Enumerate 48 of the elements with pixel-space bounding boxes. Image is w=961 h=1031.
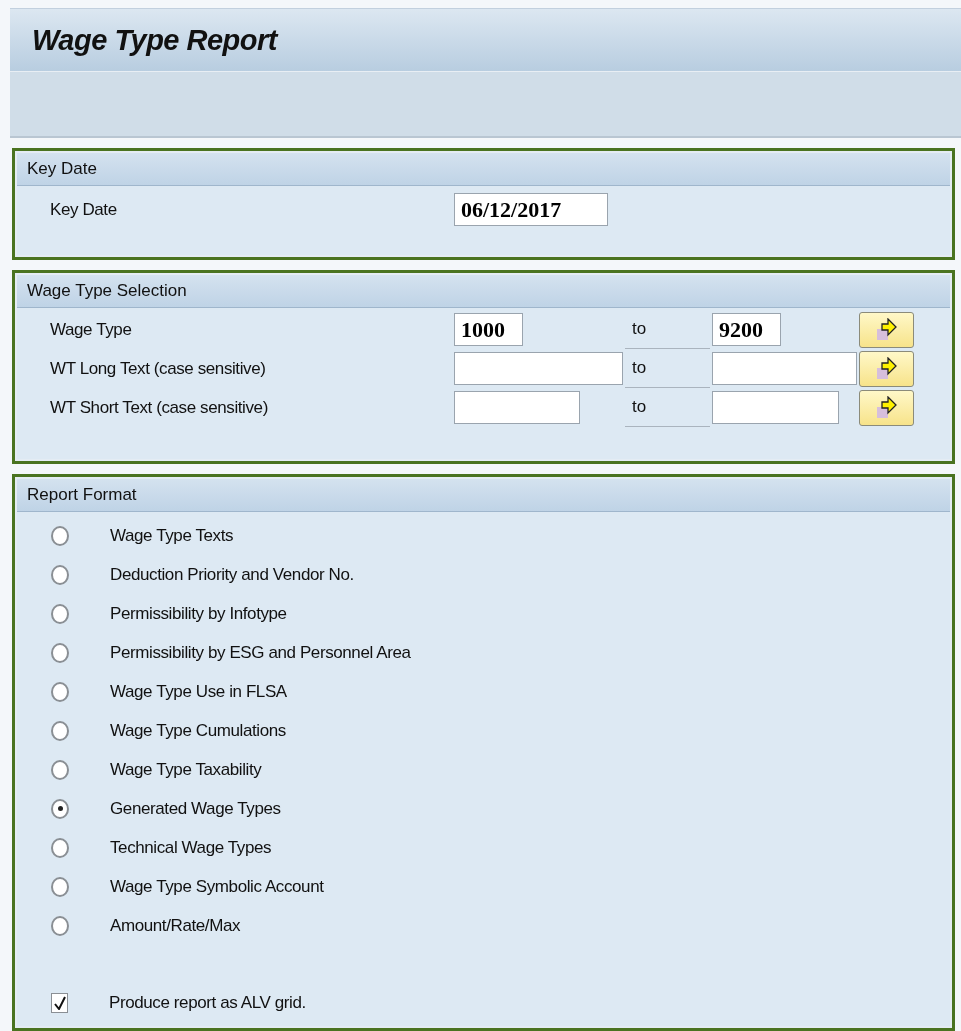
option-label: Wage Type Use in FLSA: [110, 681, 287, 702]
section-header: Report Format: [17, 479, 950, 512]
option-label: Produce report as ALV grid.: [109, 992, 306, 1013]
from-field[interactable]: 1000: [454, 313, 523, 346]
field-label: WT Short Text (case sensitive): [50, 397, 269, 418]
option-label: Amount/Rate/Max: [110, 915, 241, 936]
field-label: Wage Type: [50, 319, 133, 340]
radio-button[interactable]: [51, 564, 69, 585]
radio-button[interactable]: [51, 720, 69, 741]
checkbox[interactable]: [51, 992, 68, 1013]
radio-button[interactable]: [51, 603, 69, 624]
option-label: Wage Type Cumulations: [110, 720, 286, 741]
radio-button[interactable]: [51, 798, 69, 819]
to-label: to: [625, 349, 710, 388]
radio-button[interactable]: [51, 681, 69, 702]
option-label: Permissibility by Infotype: [110, 603, 287, 624]
multiple-selection-icon: [875, 356, 898, 381]
radio-button[interactable]: [51, 642, 69, 663]
option-label: Wage Type Symbolic Account: [110, 876, 324, 897]
radio-button[interactable]: [51, 915, 69, 936]
multiple-selection-icon: [875, 317, 898, 342]
to-label: to: [625, 310, 710, 349]
option-label: Permissibility by ESG and Personnel Area: [110, 642, 411, 663]
to-field[interactable]: 9200: [712, 313, 781, 346]
section-header: Key Date: [17, 153, 950, 186]
from-field[interactable]: [454, 352, 623, 385]
option-label: Generated Wage Types: [110, 798, 281, 819]
option-label: Technical Wage Types: [110, 837, 272, 858]
to-field[interactable]: [712, 391, 839, 424]
radio-button[interactable]: [51, 876, 69, 897]
section-header: Wage Type Selection: [17, 275, 950, 308]
radio-button[interactable]: [51, 759, 69, 780]
multiple-selection-icon: [875, 395, 898, 420]
radio-button[interactable]: [51, 837, 69, 858]
to-label: to: [625, 388, 710, 427]
multiple-selection-button[interactable]: [859, 389, 914, 426]
option-label: Wage Type Texts: [110, 525, 234, 546]
field-label: WT Long Text (case sensitive): [50, 358, 267, 379]
multiple-selection-button[interactable]: [859, 350, 914, 387]
option-label: Wage Type Taxability: [110, 759, 262, 780]
to-field[interactable]: [712, 352, 857, 385]
from-field[interactable]: [454, 391, 580, 424]
multiple-selection-button[interactable]: [859, 311, 914, 348]
option-label: Deduction Priority and Vendor No.: [110, 564, 354, 585]
radio-button[interactable]: [51, 525, 69, 546]
window-title: Wage Type Report: [32, 23, 277, 57]
key-date-field[interactable]: 06/12/2017: [454, 193, 608, 226]
field-label: Key Date: [50, 199, 118, 220]
